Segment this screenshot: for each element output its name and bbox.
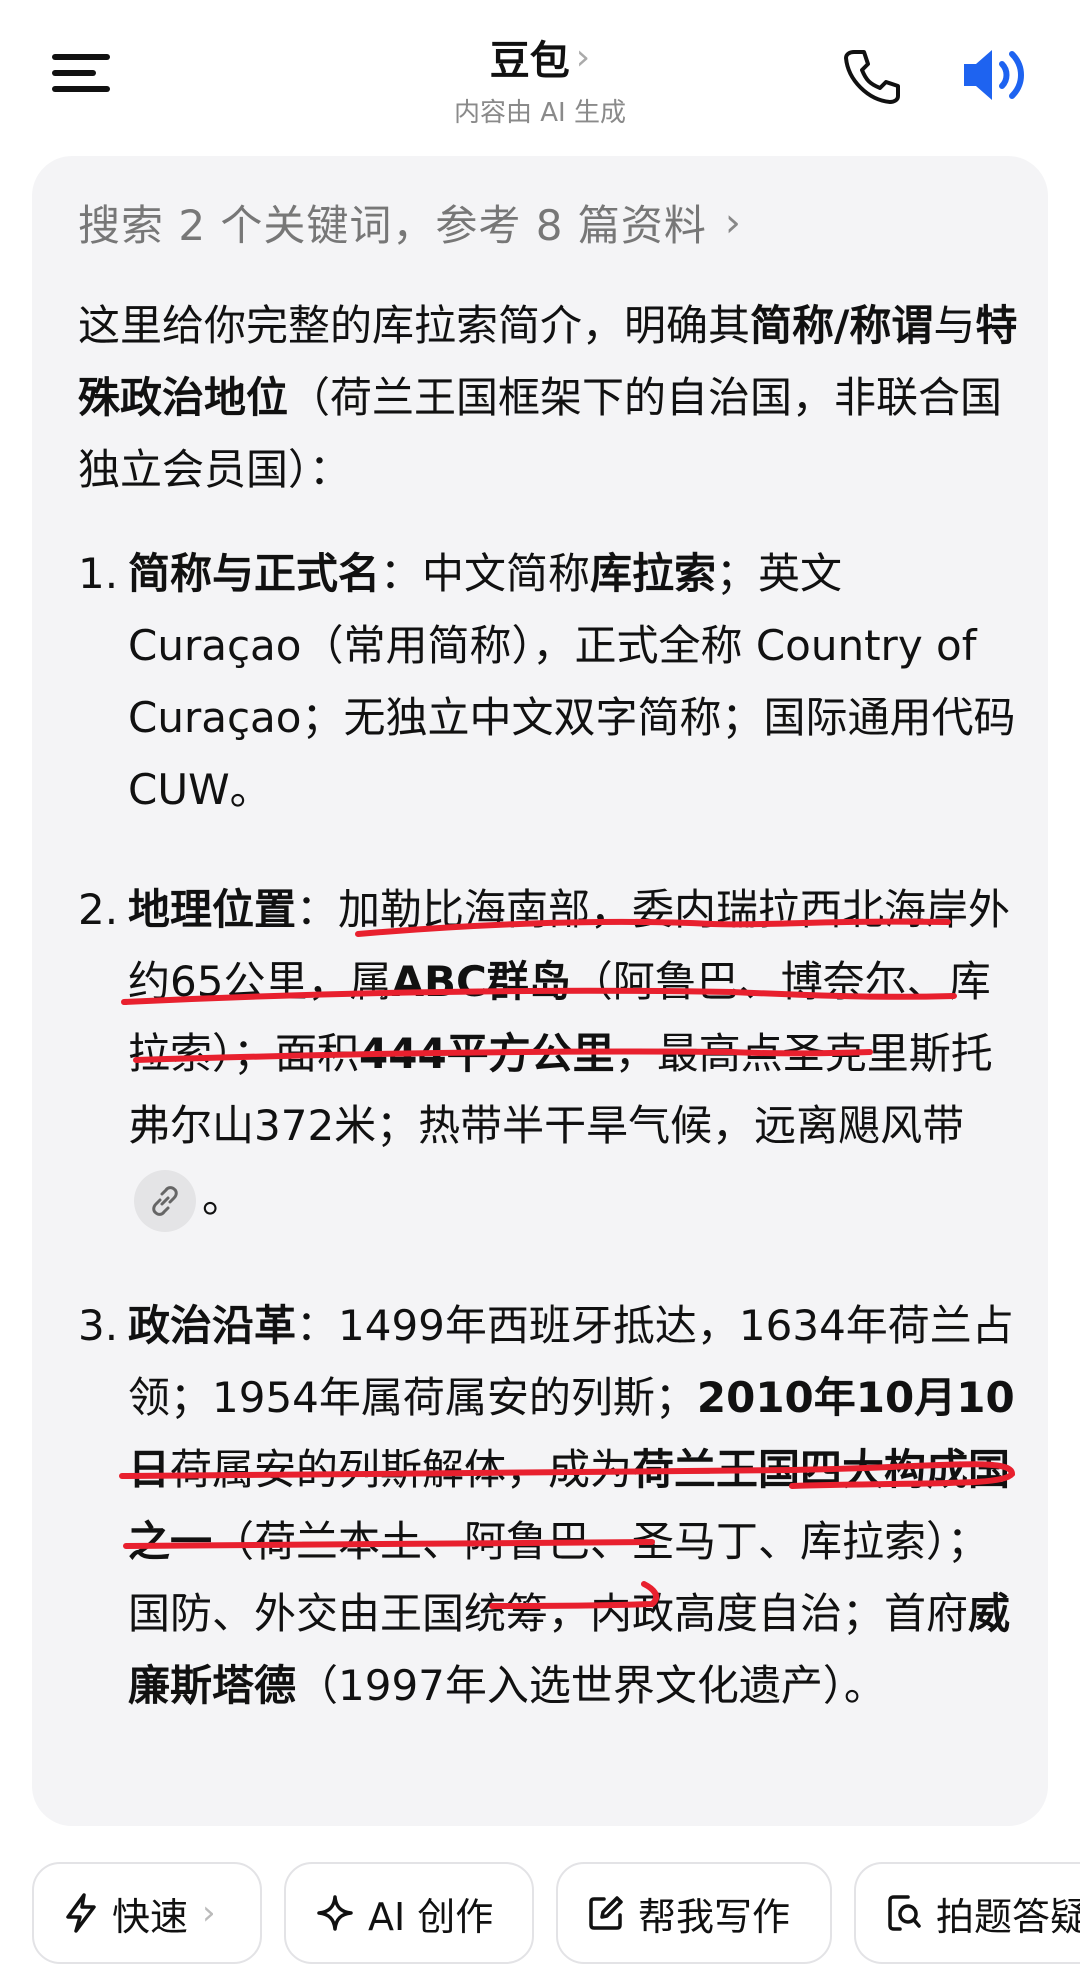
list-item: 3. 政治沿革：1499年西班牙抵达，1634年荷兰占领；1954年属荷属安的列… (78, 1290, 1018, 1722)
item-bold: 444平方公里 (359, 1029, 615, 1078)
quick-actions-bar: 快速 › AI 创作 帮我写作 拍题答疑 (0, 1858, 1080, 1968)
intro-text-1: 这里给你完整的库拉索简介，明确其 (78, 301, 751, 350)
assistant-message-card: 搜索 2 个关键词，参考 8 篇资料 › 这里给你完整的库拉索简介，明确其简称/… (32, 156, 1048, 1826)
edit-icon (589, 1896, 623, 1930)
link-icon[interactable] (134, 1169, 196, 1232)
ai-create-button[interactable]: AI 创作 (284, 1862, 534, 1964)
ai-generated-note: 内容由 AI 生成 (454, 98, 626, 128)
item-heading: 简称与正式名 (128, 549, 381, 598)
intro-bold-1: 简称/称谓 (750, 301, 934, 350)
quick-mode-button[interactable]: 快速 › (32, 1862, 262, 1964)
title-area[interactable]: 豆包 › 内容由 AI 生成 (0, 28, 1080, 129)
lightning-icon (66, 1893, 96, 1933)
page-title[interactable]: 豆包 › (490, 28, 590, 86)
list-number: 3. (78, 1301, 119, 1350)
item-text: 荷属安的列斯解体，成为 (170, 1445, 633, 1494)
list-number: 1. (78, 549, 119, 598)
write-for-me-button[interactable]: 帮我写作 (556, 1862, 832, 1964)
item-bold: 库拉索 (590, 549, 717, 598)
item-text: （荷兰本土、阿鲁巴、圣马丁、库拉索）；国防、外交由王国统筹，内政高度自治；首府 (128, 1517, 990, 1638)
photo-question-button[interactable]: 拍题答疑 (854, 1862, 1080, 1964)
chevron-right-icon: › (202, 1893, 216, 1933)
quick-mode-label: 快速 (112, 1894, 189, 1939)
sparkle-icon (317, 1895, 353, 1931)
item-heading: 政治沿革 (128, 1301, 297, 1350)
speaker-icon[interactable] (960, 42, 1032, 108)
chevron-right-icon: › (724, 199, 742, 246)
item-text: ：中文简称 (380, 549, 591, 598)
app-title-text: 豆包 (489, 38, 570, 84)
list-item: 1. 简称与正式名：中文简称库拉索；英文 Curaçao（常用简称），正式全称 … (78, 538, 1018, 826)
photo-search-icon (888, 1895, 921, 1931)
list-number: 2. (78, 885, 119, 934)
search-references-text: 搜索 2 个关键词，参考 8 篇资料 (78, 201, 707, 250)
item-text: 。 (202, 1173, 245, 1222)
intro-text-2: 与 (933, 301, 976, 350)
top-bar: 豆包 › 内容由 AI 生成 (0, 0, 1080, 150)
chevron-right-icon: › (575, 36, 591, 78)
search-references-link[interactable]: 搜索 2 个关键词，参考 8 篇资料 › (78, 192, 742, 253)
list-item: 2. 地理位置：加勒比海南部，委内瑞拉西北海岸外约65公里，属ABC群岛（阿鲁巴… (78, 874, 1018, 1234)
item-text: （1997年入选世界文化遗产）。 (296, 1661, 886, 1710)
write-for-me-label: 帮我写作 (638, 1894, 791, 1939)
phone-icon[interactable] (840, 44, 904, 108)
ai-create-label: AI 创作 (368, 1894, 494, 1939)
item-bold: ABC群岛 (391, 957, 571, 1006)
item-heading: 地理位置 (128, 885, 297, 934)
photo-question-label: 拍题答疑 (936, 1894, 1080, 1939)
intro-paragraph: 这里给你完整的库拉索简介，明确其简称/称谓与特殊政治地位（荷兰王国框架下的自治国… (78, 290, 1018, 506)
